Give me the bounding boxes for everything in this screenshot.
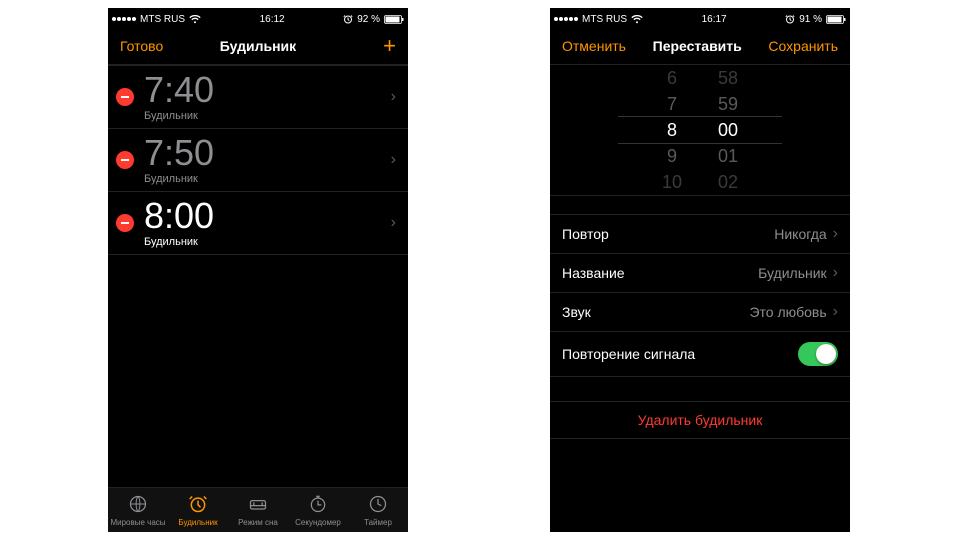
tab-timer[interactable]: Таймер <box>348 488 408 532</box>
alarm-label: Будильник <box>144 173 391 185</box>
tab-bar: Мировые часы Будильник Режим сна Секундомер… <box>108 487 408 532</box>
repeat-label: Повтор <box>562 226 609 242</box>
repeat-value: Никогда <box>774 226 826 242</box>
tab-label: Таймер <box>364 518 392 527</box>
delete-alarm-icon[interactable] <box>116 151 134 169</box>
alarm-status-icon <box>785 14 795 24</box>
battery-icon <box>826 15 846 24</box>
alarm-status-icon <box>343 14 353 24</box>
alarm-time: 8:00 <box>144 198 391 234</box>
picker-value: 00 <box>718 117 738 143</box>
tab-world-clock[interactable]: Мировые часы <box>108 488 168 532</box>
add-alarm-button[interactable]: + <box>383 33 396 58</box>
picker-value: 58 <box>718 65 738 91</box>
picker-value: 03 <box>718 195 738 196</box>
chevron-right-icon: › <box>833 303 838 321</box>
signal-icon <box>554 17 578 21</box>
picker-hours-column[interactable]: 567891011 <box>644 65 700 195</box>
alarm-time: 7:50 <box>144 135 391 171</box>
stopwatch-icon <box>308 494 328 516</box>
delete-alarm-icon[interactable] <box>116 88 134 106</box>
done-button[interactable]: Готово <box>120 38 180 54</box>
tab-alarm[interactable]: Будильник <box>168 488 228 532</box>
battery-label: 91 % <box>799 14 822 25</box>
wifi-icon <box>189 15 201 24</box>
battery-icon <box>384 15 404 24</box>
navbar-alarm-edit: Отменить Переставить Сохранить <box>550 28 850 65</box>
snooze-label: Повторение сигнала <box>562 346 695 362</box>
tab-label: Секундомер <box>295 518 341 527</box>
picker-value: 7 <box>667 91 677 117</box>
picker-value: 9 <box>667 143 677 169</box>
tab-label: Режим сна <box>238 518 278 527</box>
phone-alarm-list: MTS RUS 16:12 92 % Готово Будильник + 7:… <box>108 8 408 532</box>
carrier-label: MTS RUS <box>582 14 627 25</box>
chevron-right-icon: › <box>833 264 838 282</box>
picker-value: 01 <box>718 143 738 169</box>
wifi-icon <box>631 15 643 24</box>
picker-value: 59 <box>718 91 738 117</box>
tab-bedtime[interactable]: Режим сна <box>228 488 288 532</box>
bed-icon <box>248 494 268 516</box>
snooze-toggle[interactable] <box>798 342 838 366</box>
globe-icon <box>128 494 148 516</box>
chevron-right-icon: › <box>833 225 838 243</box>
cancel-button[interactable]: Отменить <box>562 38 626 54</box>
status-bar: MTS RUS 16:12 92 % <box>108 8 408 28</box>
sound-label: Звук <box>562 304 591 320</box>
name-label: Название <box>562 265 625 281</box>
tab-stopwatch[interactable]: Секундомер <box>288 488 348 532</box>
delete-alarm-button[interactable]: Удалить будильник <box>550 401 850 439</box>
alarm-row[interactable]: 7:40 Будильник› <box>108 65 408 129</box>
tab-label: Мировые часы <box>110 518 165 527</box>
chevron-right-icon: › <box>391 88 396 106</box>
tab-label: Будильник <box>178 518 217 527</box>
alarm-label: Будильник <box>144 236 391 248</box>
chevron-right-icon: › <box>391 151 396 169</box>
delete-alarm-icon[interactable] <box>116 214 134 232</box>
alarm-row[interactable]: 8:00 Будильник› <box>108 192 408 255</box>
alarm-time: 7:40 <box>144 72 391 108</box>
repeat-row[interactable]: Повтор Никогда › <box>550 214 850 254</box>
carrier-label: MTS RUS <box>140 14 185 25</box>
sound-row[interactable]: Звук Это любовь › <box>550 293 850 332</box>
page-title: Переставить <box>626 38 768 54</box>
clock-label: 16:17 <box>643 14 785 25</box>
picker-minutes-column[interactable]: 57585900010203 <box>700 65 756 195</box>
battery-label: 92 % <box>357 14 380 25</box>
page-title: Будильник <box>180 38 336 54</box>
picker-value: 11 <box>663 195 682 196</box>
alarm-row[interactable]: 7:50 Будильник› <box>108 129 408 192</box>
save-button[interactable]: Сохранить <box>768 38 838 54</box>
picker-value: 02 <box>718 169 738 195</box>
clock-label: 16:12 <box>201 14 343 25</box>
timer-icon <box>368 494 388 516</box>
picker-value: 8 <box>667 117 677 143</box>
alarm-list: 7:40Будильник›7:50Будильник›8:00Будильни… <box>108 65 408 255</box>
name-row[interactable]: Название Будильник › <box>550 254 850 293</box>
navbar-alarm-list: Готово Будильник + <box>108 28 408 65</box>
chevron-right-icon: › <box>391 214 396 232</box>
snooze-row: Повторение сигнала <box>550 332 850 377</box>
phone-alarm-edit: MTS RUS 16:17 91 % Отменить Переставить … <box>550 8 850 532</box>
signal-icon <box>112 17 136 21</box>
alarm-clock-icon <box>188 494 208 516</box>
name-value: Будильник <box>758 265 827 281</box>
time-picker[interactable]: 567891011 57585900010203 <box>550 65 850 196</box>
status-bar: MTS RUS 16:17 91 % <box>550 8 850 28</box>
alarm-label: Будильник <box>144 110 391 122</box>
sound-value: Это любовь <box>749 304 826 320</box>
alarm-settings: Повтор Никогда › Название Будильник › Звук… <box>550 214 850 377</box>
picker-value: 6 <box>667 65 677 91</box>
picker-value: 10 <box>662 169 682 195</box>
